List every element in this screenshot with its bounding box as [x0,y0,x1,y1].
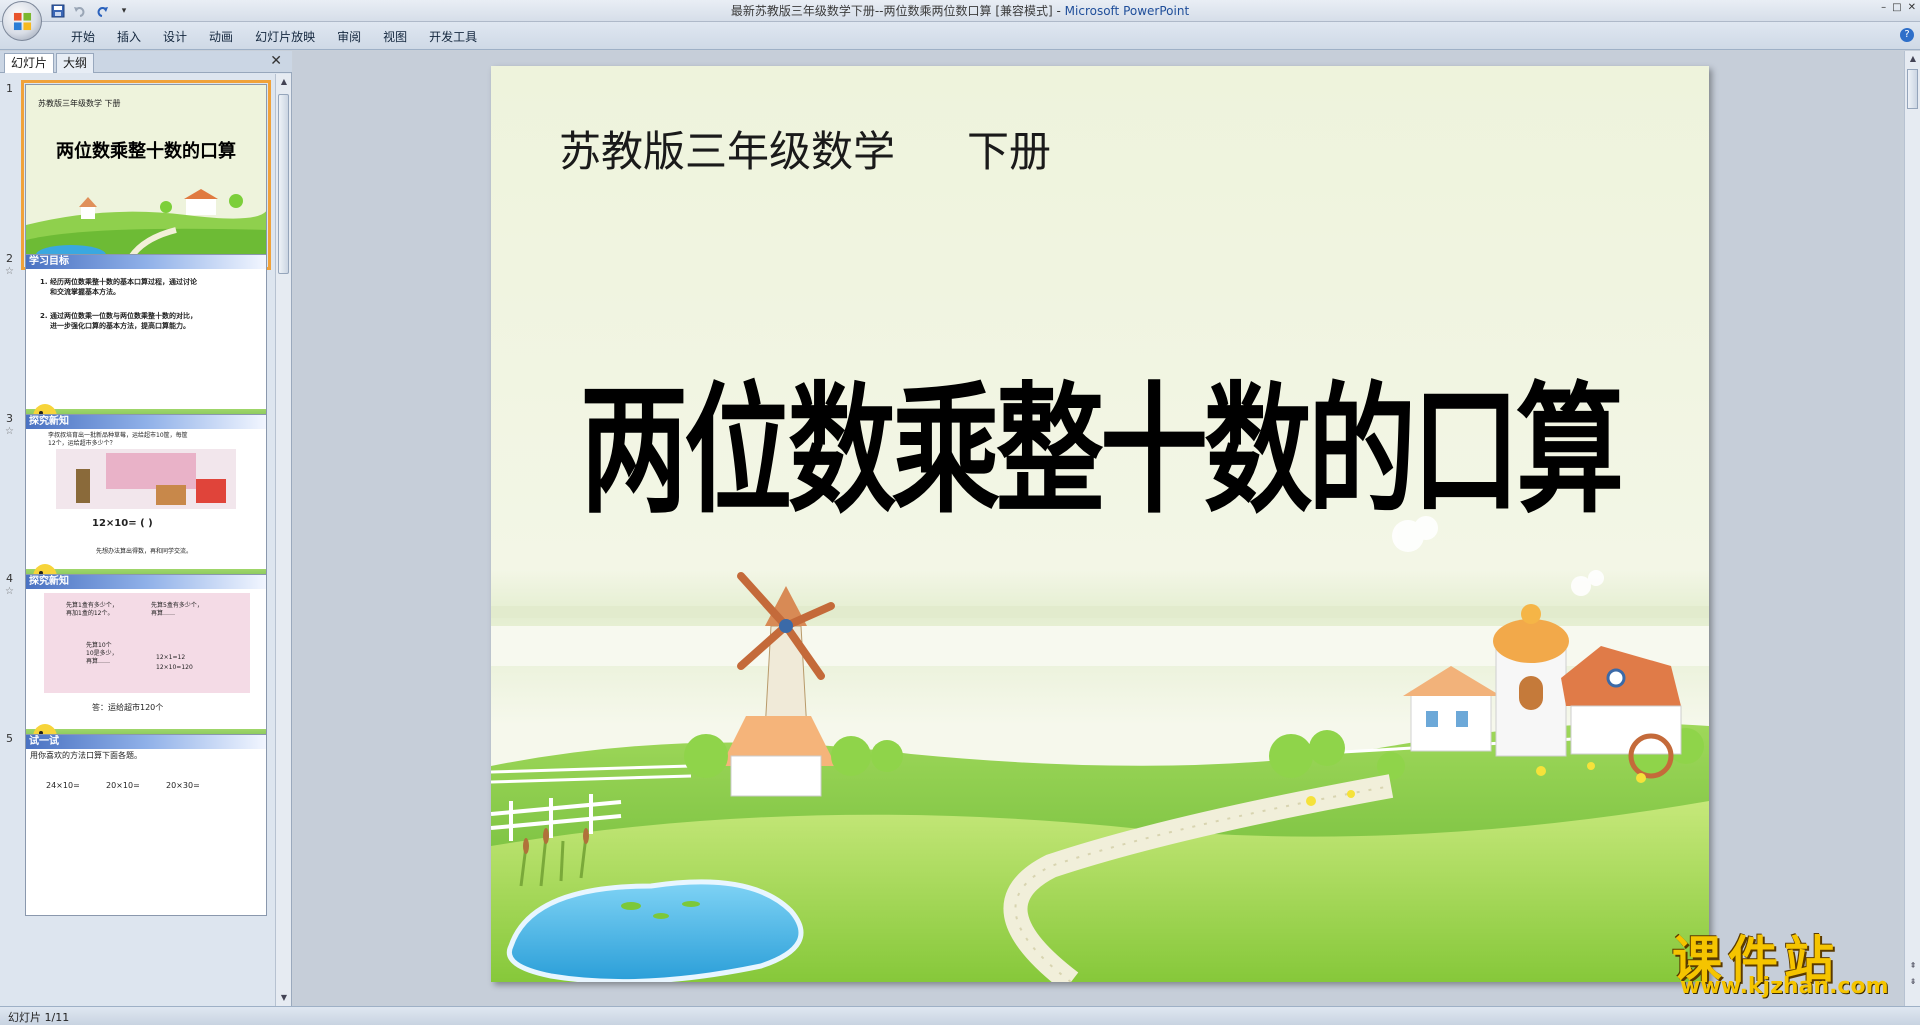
animation-star-icon: ☆ [5,426,14,437]
thumbnail-number: 1 [6,82,13,95]
thumb-line: 和交流掌握基本方法。 [50,288,120,296]
scroll-down-icon[interactable]: ▼ [276,990,292,1006]
thumb-header: 试一试 [26,735,266,749]
thumb-line: 12×10=120 [156,664,193,671]
thumbnail-number: 5 [6,732,13,745]
scrollbar-thumb[interactable] [1907,69,1918,109]
thumb-title: 两位数乘整十数的口算 [56,141,236,162]
thumb-header-text: 学习目标 [29,256,69,267]
document-title: 最新苏教版三年级数学下册--两位数乘两位数口算 [兼容模式] [730,4,1053,18]
tab-developer[interactable]: 开发工具 [418,26,488,48]
tab-home[interactable]: 开始 [60,26,106,48]
close-button[interactable]: ✕ [1908,0,1916,18]
save-icon[interactable] [50,3,66,19]
thumb-expr: 20×10= [106,781,140,790]
window-title: 最新苏教版三年级数学下册--两位数乘两位数口算 [兼容模式] - Microso… [0,0,1920,22]
slide-thumbnail-3[interactable]: 探究新知 李叔叔培育出一批新品种草莓，运给超市10筐，每筐 12个，运给超市多少… [25,414,267,596]
slide-scrollbar[interactable]: ▲ ⇞ ⇟ [1904,51,1920,1006]
thumbnail-row-5: 5 试一试 用你喜欢的方法口算下面各题。 24×10= 20×10= 20×30… [0,732,276,922]
help-icon[interactable]: ? [1900,28,1914,42]
office-logo-icon [13,12,32,31]
thumbnail-scrollbar[interactable]: ▲ ▼ [275,74,291,1006]
close-pane-icon[interactable]: ✕ [270,53,282,69]
thumb-line: 12×1=12 [156,654,186,661]
thumb-line: 再加1盒的12个。 [66,610,114,617]
thumb-line: 进一步强化口算的基本方法，提高口算能力。 [50,322,190,330]
thumb-line: 1. 经历两位数乘整十数的基本口算过程，通过讨论 [40,278,197,286]
title-bar: 最新苏教版三年级数学下册--两位数乘两位数口算 [兼容模式] - Microso… [0,0,1920,22]
scrollbar-thumb[interactable] [278,94,289,274]
thumb-answer: 答：运给超市120个 [92,703,164,712]
thumb-header-text: 探究新知 [29,416,69,427]
customize-qat-icon[interactable]: ▾ [116,3,132,19]
pane-tabs: 幻灯片 大纲 ✕ [0,51,292,73]
office-button[interactable] [2,1,42,41]
slide-canvas[interactable]: 苏教版三年级数学 下册 两位数乘整十数的口算 [491,66,1709,982]
tab-slides[interactable]: 幻灯片 [4,53,55,73]
thumbnail-number: 2 [6,252,13,265]
slide-thumbnail-5[interactable]: 试一试 用你喜欢的方法口算下面各题。 24×10= 20×10= 20×30= [25,734,267,916]
watermark-logo: 课件站 www.kjzhan.com [1668,920,1904,1004]
tab-insert[interactable]: 插入 [106,26,152,48]
animation-star-icon: ☆ [5,266,14,277]
slide-title[interactable]: 两位数乘整十数的口算 [491,338,1709,541]
tab-outline[interactable]: 大纲 [56,53,95,73]
thumb-illustration [56,449,236,509]
tab-design[interactable]: 设计 [152,26,198,48]
ribbon: 开始 插入 设计 动画 幻灯片放映 审阅 视图 开发工具 ? [0,22,1920,50]
next-slide-icon[interactable]: ⇟ [1905,974,1920,990]
thumb-line: 用你喜欢的方法口算下面各题。 [30,751,142,760]
status-bar: 幻灯片 1/11 [0,1006,1920,1025]
thumb-note: 先想办法算出得数，再和同学交流。 [96,548,193,555]
slide-thumbnail-2[interactable]: 学习目标 1. 经历两位数乘整十数的基本口算过程，通过讨论 和交流掌握基本方法。… [25,254,267,436]
thumb-expr: 24×10= [46,781,80,790]
scroll-up-icon[interactable]: ▲ [1905,51,1920,67]
slide-thumbnail-1[interactable]: 苏教版三年级数学 下册 两位数乘整十数的口算 [21,80,271,270]
prev-slide-icon[interactable]: ⇞ [1905,958,1920,974]
thumb-line: 2. 通过两位数乘一位数与两位数乘整十数的对比， [40,312,197,320]
thumbnail-number: 4 [6,572,13,585]
slides-pane: 幻灯片 大纲 ✕ 1 苏教版三年级数学 下册 两位数乘整十数的口算 2 ☆ 学习… [0,51,292,1006]
title-separator: - [1052,4,1065,18]
minimize-button[interactable]: – [1881,0,1886,18]
subtitle-subject: 苏教版三年级数学 [559,127,896,176]
app-title: Microsoft PowerPoint [1064,4,1190,18]
thumb-subtitle: 苏教版三年级数学 下册 [38,99,121,108]
thumb-header-text: 试一试 [29,736,59,747]
tab-view[interactable]: 视图 [372,26,418,48]
thumb-line: 再算…… [86,658,111,665]
ribbon-tabs: 开始 插入 设计 动画 幻灯片放映 审阅 视图 开发工具 [60,26,488,48]
slide-thumbnail-4[interactable]: 探究新知 先算1盒有多少个， 再加1盒的12个。 先算5盒有多少个， 再算…… … [25,574,267,756]
tab-slideshow[interactable]: 幻灯片放映 [244,26,326,48]
thumb-header: 学习目标 [26,255,266,269]
thumb-line: 再算…… [151,610,176,617]
thumb-header: 探究新知 [26,415,266,429]
thumb-line: 12个，运给超市多少个？ [48,440,116,447]
tab-animations[interactable]: 动画 [198,26,244,48]
slide-editing-area: 苏教版三年级数学 下册 两位数乘整十数的口算 [293,51,1900,1006]
restore-button[interactable]: □ [1892,0,1901,18]
undo-icon[interactable] [72,3,88,19]
window-controls: – □ ✕ [1881,0,1916,18]
thumb-expr: 20×30= [166,781,200,790]
slide-counter: 幻灯片 1/11 [8,1011,70,1024]
slide-subtitle[interactable]: 苏教版三年级数学 下册 [559,118,1051,179]
thumb-header: 探究新知 [26,575,266,589]
thumb-header-text: 探究新知 [29,576,69,587]
thumbnail-row-1: 1 苏教版三年级数学 下册 两位数乘整十数的口算 [0,80,276,272]
tab-review[interactable]: 审阅 [326,26,372,48]
watermark-url: www.kjzhan.com [1680,974,1889,999]
subtitle-volume: 下册 [967,127,1052,176]
redo-icon[interactable] [94,3,110,19]
quick-access-toolbar: ▾ [50,2,132,20]
animation-star-icon: ☆ [5,586,14,597]
thumbnail-number: 3 [6,412,13,425]
scroll-up-icon[interactable]: ▲ [276,74,292,90]
thumb-expr: 12×10= ( ) [92,518,153,529]
thumbnail-list: 1 苏教版三年级数学 下册 两位数乘整十数的口算 2 ☆ 学习目标 1. 经历两… [0,74,276,1006]
